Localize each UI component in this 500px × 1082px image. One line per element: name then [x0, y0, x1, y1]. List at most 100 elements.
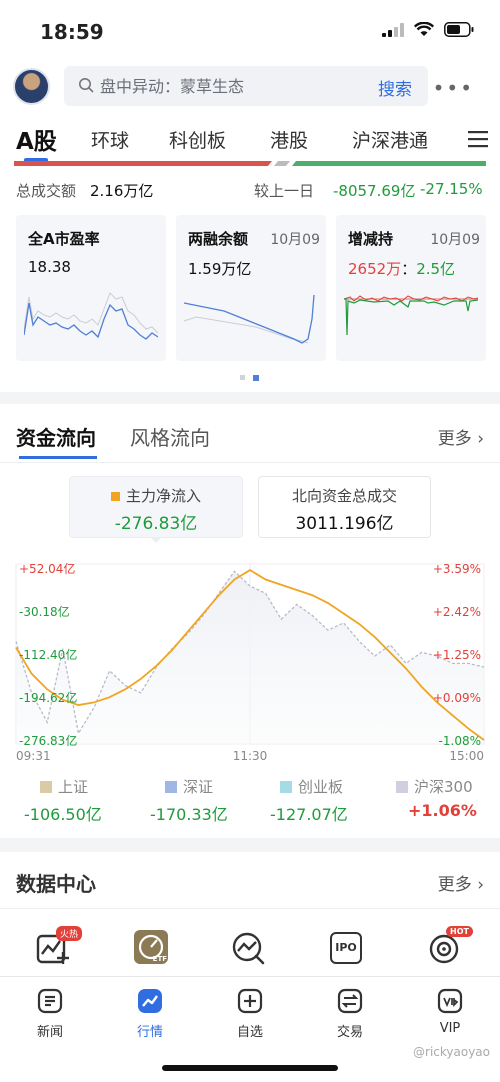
tab-global[interactable]: 环球 [91, 126, 129, 153]
turnover-label: 总成交额 [16, 182, 77, 200]
status-time: 18:59 [40, 20, 104, 44]
northbound-box[interactable]: 北向资金总成交 3011.196亿 [258, 476, 431, 538]
legend-label: 上证 [58, 778, 89, 796]
turnover-change: -8057.69亿 [333, 182, 416, 200]
csi300-area [16, 571, 484, 744]
search-input[interactable] [100, 66, 360, 106]
tab-stock-connect[interactable]: 沪深港通 [352, 126, 428, 153]
status-bar: 18:59 [0, 0, 500, 58]
nav-trade[interactable]: 交易 [320, 987, 380, 1040]
wifi-icon [414, 22, 434, 36]
more-label: 更多 [437, 875, 472, 895]
tab-hk-shares[interactable]: 港股 [270, 126, 308, 153]
card-value: 1.59万亿 [188, 260, 252, 278]
home-indicator[interactable] [162, 1065, 338, 1071]
etf-icon[interactable]: ETF [134, 930, 168, 964]
chart-area [16, 571, 484, 744]
card-value-decrease: 2.5亿 [416, 260, 456, 278]
market-tabs: A股 环球 科创板 港股 沪深港通 [0, 116, 500, 166]
legend-swatch [396, 781, 408, 793]
watermark: @rickyaoyao [413, 1045, 490, 1059]
card-pe-ratio[interactable]: 全A市盈率 18.38 [16, 215, 166, 361]
capital-flow-section: 资金流向 风格流向 更多 › 主力净流入 -276.83亿 北向资金总成交 30… [0, 404, 500, 838]
legend-swatch [40, 781, 52, 793]
ipo-icon[interactable]: IPO [330, 932, 362, 964]
search-box[interactable]: 搜索 [64, 66, 428, 106]
main-inflow-label-text: 主力净流入 [125, 487, 201, 505]
left-tick-label: -112.40亿 [19, 647, 77, 662]
legend-value-shenzhen: -170.33亿 [150, 805, 228, 824]
turnover-change-pct: -27.15% [420, 180, 483, 198]
tab-a-shares[interactable]: A股 [16, 122, 57, 156]
main-inflow-box[interactable]: 主力净流入 -276.83亿 [69, 476, 243, 538]
vip-icon [437, 988, 463, 1014]
header: 搜索 ••• [0, 58, 500, 116]
search-chart-icon[interactable] [230, 930, 266, 966]
right-tick-label: +3.59% [433, 562, 481, 576]
etf-label: ETF [152, 955, 167, 963]
flow-more-link[interactable]: 更多 › [438, 424, 484, 449]
nav-vip[interactable]: VIP [420, 987, 480, 1036]
search-button[interactable]: 搜索 [378, 75, 412, 100]
watchlist-icon [237, 988, 263, 1014]
legend-swatch [165, 781, 177, 793]
legend-label: 深证 [183, 778, 214, 796]
x-tick-label: 09:31 [16, 749, 51, 763]
left-tick-label: -194.62亿 [19, 690, 77, 705]
capital-flow-chart[interactable]: +52.04亿 -30.18亿 -112.40亿 -194.62亿 -276.83亿 +… [0, 550, 500, 770]
card-value-sep: ： [401, 260, 417, 278]
status-icons [382, 22, 474, 37]
divider [0, 908, 500, 909]
nav-watchlist[interactable]: 自选 [220, 987, 280, 1040]
tab-star-market[interactable]: 科创板 [169, 126, 226, 153]
x-tick-label: 11:30 [233, 749, 268, 763]
more-options-icon[interactable]: ••• [433, 76, 474, 100]
nav-label: 交易 [336, 1025, 363, 1040]
legend-chinext: 创业板 [280, 776, 343, 797]
card-title: 增减持 [348, 230, 394, 248]
battery-icon [444, 22, 474, 37]
data-center-more-link[interactable]: 更多 › [438, 870, 484, 895]
data-center-section: 数据中心 更多 › 火热 ETF IPO HOT [0, 852, 500, 976]
tab-style-flow[interactable]: 风格流向 [130, 422, 210, 451]
chevron-right-icon: › [471, 875, 484, 895]
nav-label: 自选 [236, 1025, 263, 1040]
nav-label: 新闻 [36, 1025, 63, 1040]
avatar[interactable] [13, 68, 50, 105]
menu-icon[interactable] [468, 130, 488, 148]
nav-label: 行情 [136, 1025, 163, 1040]
legend-value-chinext: -127.07亿 [270, 805, 348, 824]
nav-news[interactable]: 新闻 [20, 987, 80, 1040]
orange-square-icon [110, 492, 120, 501]
cellular-signal-icon [382, 22, 404, 37]
chevron-right-icon: › [471, 429, 484, 449]
margin-sparkline [184, 294, 315, 344]
nav-market[interactable]: 行情 [120, 987, 180, 1040]
northbound-value: 3011.196亿 [295, 514, 394, 534]
active-flow-tab-indicator [19, 456, 97, 459]
carousel-dots [240, 375, 259, 381]
card-shareholding-change[interactable]: 增减持 10月09 2652万：2.5亿 [336, 215, 486, 361]
news-icon [37, 988, 63, 1014]
left-tick-label: +52.04亿 [19, 561, 75, 576]
card-value: 18.38 [28, 258, 71, 276]
more-label: 更多 [437, 429, 472, 449]
right-tick-label: +2.42% [433, 605, 481, 619]
shareholding-sparkline [344, 295, 478, 336]
bottom-navigation: 新闻 行情 自选 交易 VIP @rickyaoyao [0, 976, 500, 1082]
right-tick-label: -1.08% [439, 734, 481, 748]
card-value: 2652万：2.5亿 [348, 258, 455, 279]
search-icon [79, 78, 94, 93]
legend-swatch [280, 781, 292, 793]
legend-label: 沪深300 [414, 778, 473, 796]
legend-shenzhen: 深证 [165, 776, 213, 797]
tab-capital-flow[interactable]: 资金流向 [16, 422, 96, 451]
card-margin-balance[interactable]: 两融余额 10月09 1.59万亿 [176, 215, 326, 361]
card-title: 全A市盈率 [28, 230, 100, 248]
pe-sparkline [24, 292, 158, 340]
main-inflow-label: 主力净流入 [70, 485, 242, 506]
northbound-label: 北向资金总成交 [291, 487, 397, 505]
turnover-row: 总成交额 2.16万亿 较上一日 -8057.69亿 -27.15% [0, 166, 500, 210]
ipo-label: IPO [335, 941, 357, 954]
legend-value-shanghai: -106.50亿 [24, 805, 102, 824]
